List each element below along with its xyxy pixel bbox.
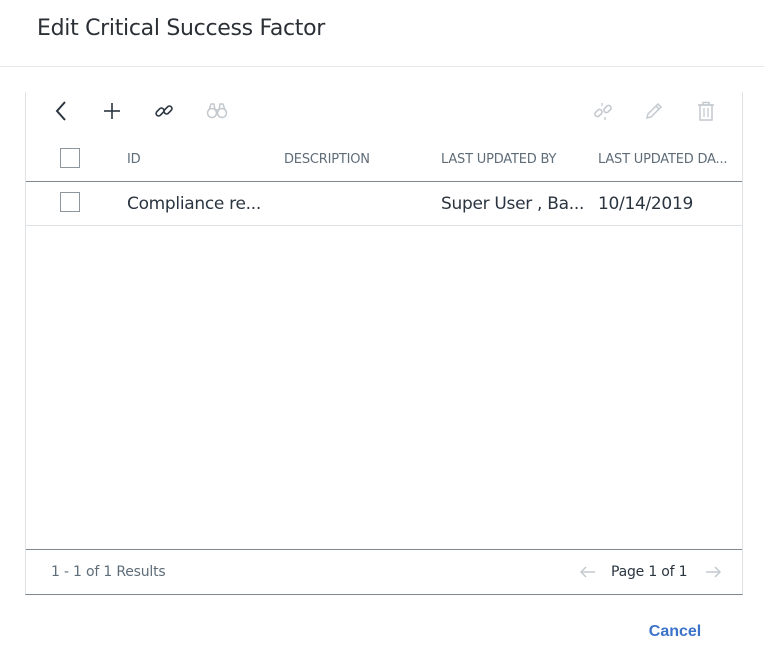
arrow-left-icon bbox=[580, 566, 595, 578]
cell-last-updated-by: Super User , Ba... bbox=[441, 194, 585, 214]
link-icon bbox=[155, 105, 173, 117]
toolbar bbox=[26, 92, 742, 128]
select-all-checkbox[interactable] bbox=[60, 148, 80, 168]
unlink-button[interactable] bbox=[588, 98, 618, 124]
table-row[interactable]: Compliance re... Super User , Ba... 10/1… bbox=[26, 182, 742, 226]
back-icon bbox=[55, 101, 66, 121]
cell-last-updated-date: 10/14/2019 bbox=[598, 194, 693, 214]
delete-button[interactable] bbox=[691, 98, 721, 124]
dialog-title: Edit Critical Success Factor bbox=[37, 16, 326, 41]
results-count: 1 - 1 of 1 Results bbox=[51, 564, 166, 580]
grid-header: ID DESCRIPTION LAST UPDATED BY LAST UPDA… bbox=[26, 140, 742, 182]
next-page-button[interactable] bbox=[703, 562, 723, 582]
add-button[interactable] bbox=[97, 98, 127, 124]
column-header-id[interactable]: ID bbox=[127, 152, 267, 167]
previous-page-button[interactable] bbox=[578, 562, 598, 582]
back-button[interactable] bbox=[46, 98, 76, 124]
dialog-header: Edit Critical Success Factor bbox=[0, 0, 764, 67]
column-header-last-updated-by[interactable]: LAST UPDATED BY bbox=[441, 152, 586, 167]
grid-panel: ID DESCRIPTION LAST UPDATED BY LAST UPDA… bbox=[25, 92, 743, 595]
link-button[interactable] bbox=[149, 98, 179, 124]
grid-footer: 1 - 1 of 1 Results Page 1 of 1 bbox=[26, 549, 742, 594]
delete-trash-icon bbox=[698, 101, 714, 121]
add-icon bbox=[104, 103, 120, 119]
arrow-right-icon bbox=[706, 566, 721, 578]
search-binoculars-icon bbox=[206, 103, 228, 119]
search-button[interactable] bbox=[202, 98, 232, 124]
cancel-button[interactable]: Cancel bbox=[640, 620, 710, 644]
cell-id[interactable]: Compliance re... bbox=[127, 194, 267, 214]
edit-pencil-icon bbox=[645, 102, 663, 120]
unlink-icon bbox=[594, 103, 612, 120]
page-indicator: Page 1 of 1 bbox=[611, 564, 688, 580]
row-checkbox[interactable] bbox=[60, 192, 80, 212]
edit-button[interactable] bbox=[639, 98, 669, 124]
column-header-last-updated-date[interactable]: LAST UPDATED DA... bbox=[598, 152, 733, 167]
column-header-description[interactable]: DESCRIPTION bbox=[284, 152, 424, 167]
